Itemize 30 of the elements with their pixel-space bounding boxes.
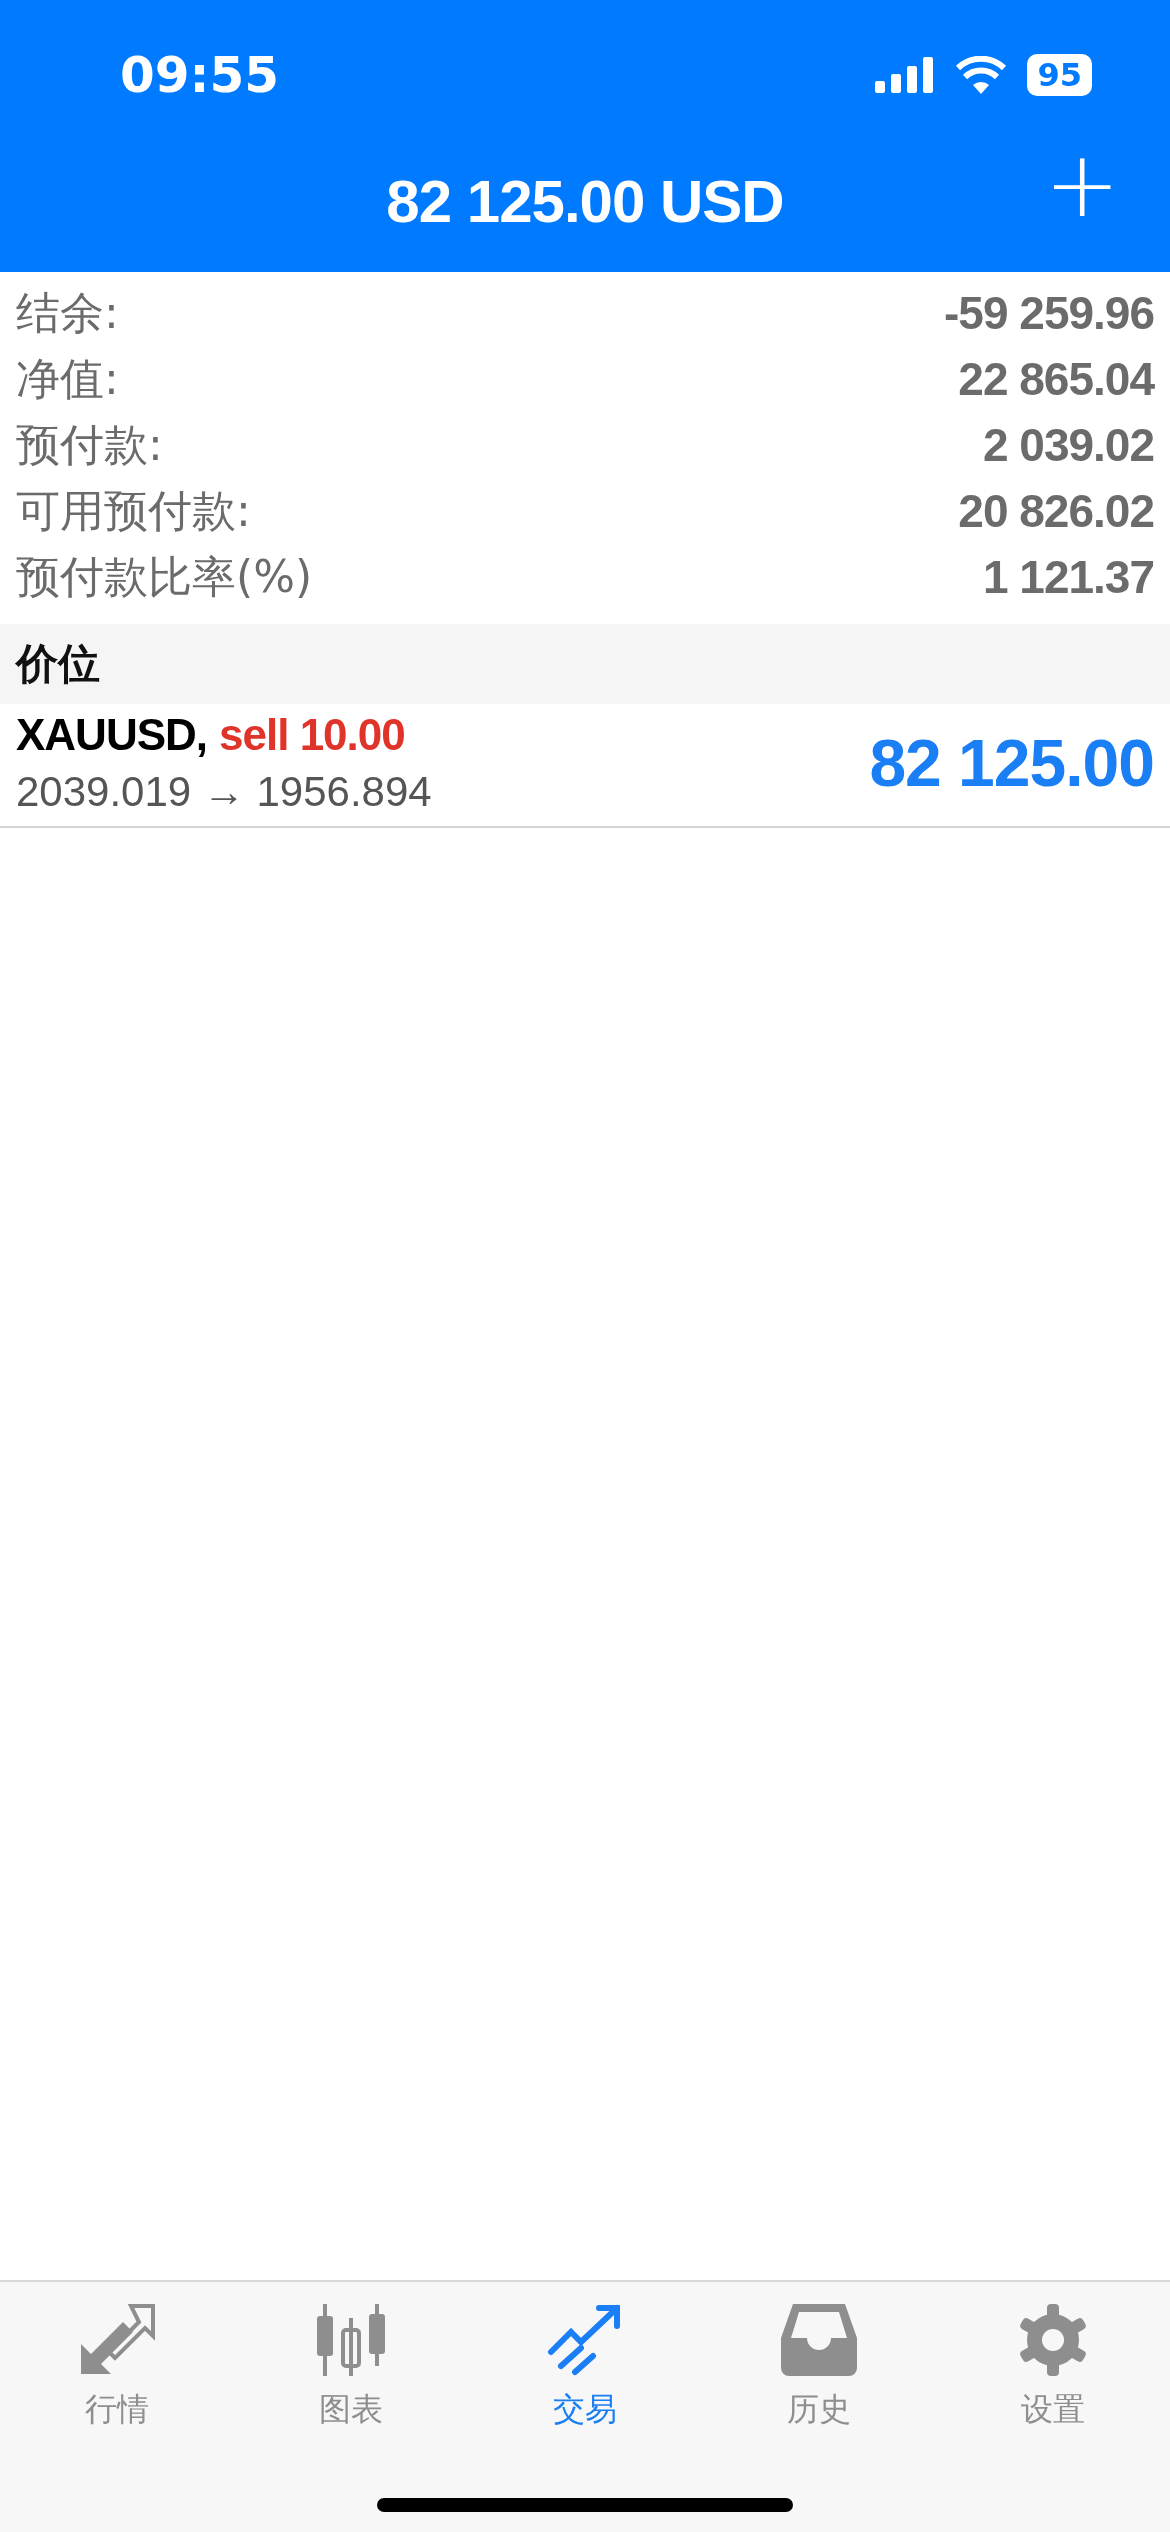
position-order: sell 10.00: [219, 710, 405, 760]
tab[interactable]: 历史: [739, 2304, 899, 2432]
inbox-icon: [781, 2304, 857, 2376]
status-time: 09:55: [120, 46, 280, 104]
summary-label: 净值:: [16, 351, 119, 406]
summary-label: 结余:: [16, 285, 119, 340]
tab[interactable]: 图表: [271, 2304, 431, 2432]
wifi-icon: [955, 56, 1008, 94]
position-symbol: XAUUSD,: [16, 710, 208, 760]
summary-label: 预付款:: [16, 417, 163, 472]
section-header: 价位: [0, 624, 1170, 704]
summary-label: 预付款比率(%): [16, 549, 313, 604]
tab[interactable]: 行情: [37, 2304, 197, 2432]
summary-value: 20 826.02: [958, 484, 1154, 538]
position-prices: 2039.019 → 1956.894: [16, 768, 432, 816]
battery-indicator: 95: [1027, 54, 1092, 96]
add-button[interactable]: +: [1034, 140, 1130, 230]
position-profit: 82 125.00: [869, 725, 1154, 801]
summary-label: 可用预付款:: [16, 483, 251, 538]
summary-value: -59 259.96: [944, 286, 1154, 340]
summary-value: 22 865.04: [958, 352, 1154, 406]
summary-value: 1 121.37: [982, 550, 1154, 604]
diagonal-arrows-icon: [79, 2304, 155, 2376]
trend-arrow-icon: [547, 2304, 623, 2376]
account-balance-title: 82 125.00 USD: [386, 166, 784, 236]
signal-icon: [875, 57, 936, 93]
summary-value: 2 039.02: [982, 418, 1154, 472]
tab[interactable]: 设置: [973, 2304, 1133, 2432]
position-row[interactable]: XAUUSD, sell 10.00 2039.019 → 1956.894 82 125.00: [0, 704, 1170, 828]
tab[interactable]: 交易: [505, 2304, 665, 2432]
